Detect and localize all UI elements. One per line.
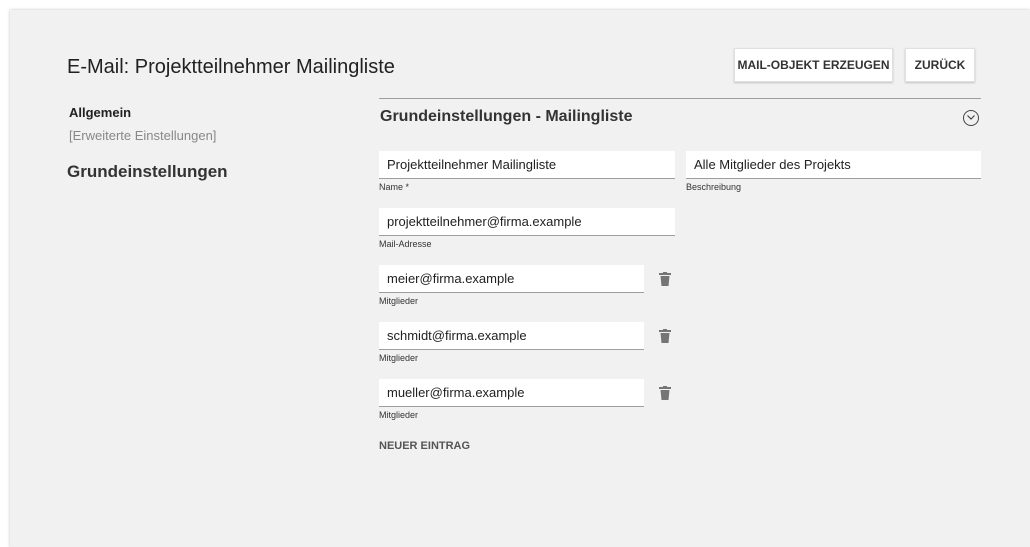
name-label: Name *: [379, 182, 410, 192]
nav-item-advanced[interactable]: [Erweiterte Einstellungen]: [69, 128, 216, 143]
chevron-down-circle-icon[interactable]: [963, 110, 979, 126]
page-title: E-Mail: Projektteilnehmer Mailingliste: [67, 56, 395, 78]
nav-section-heading: Grundeinstellungen: [67, 162, 228, 181]
description-field[interactable]: [686, 151, 981, 179]
description-input[interactable]: [686, 151, 981, 178]
name-field[interactable]: [379, 151, 675, 179]
mail-address-field[interactable]: [379, 208, 675, 236]
mail-address-label: Mail-Adresse: [379, 239, 432, 249]
member-field[interactable]: [379, 265, 644, 293]
create-mail-object-button[interactable]: MAIL-OBJEKT ERZEUGEN: [734, 48, 893, 82]
back-button[interactable]: ZURÜCK: [905, 48, 975, 82]
member-field[interactable]: [379, 379, 644, 407]
section-title: Grundeinstellungen - Mailingliste: [380, 108, 633, 125]
member-label: Mitglieder: [379, 296, 419, 306]
member-field[interactable]: [379, 322, 644, 350]
mail-address-input[interactable]: [379, 208, 675, 235]
member-label: Mitglieder: [379, 353, 419, 363]
description-label: Beschreibung: [686, 182, 742, 192]
trash-icon[interactable]: [659, 272, 671, 286]
member-input[interactable]: [379, 379, 644, 406]
section-divider: [379, 98, 981, 99]
nav-item-general[interactable]: Allgemein: [69, 105, 131, 120]
name-input[interactable]: [379, 151, 675, 178]
member-input[interactable]: [379, 265, 644, 292]
settings-card: E-Mail: Projektteilnehmer Mailingliste M…: [10, 10, 1030, 547]
trash-icon[interactable]: [659, 386, 671, 400]
new-entry-button[interactable]: NEUER EINTRAG: [379, 440, 470, 452]
trash-icon[interactable]: [659, 329, 671, 343]
member-input[interactable]: [379, 322, 644, 349]
member-label: Mitglieder: [379, 410, 419, 420]
